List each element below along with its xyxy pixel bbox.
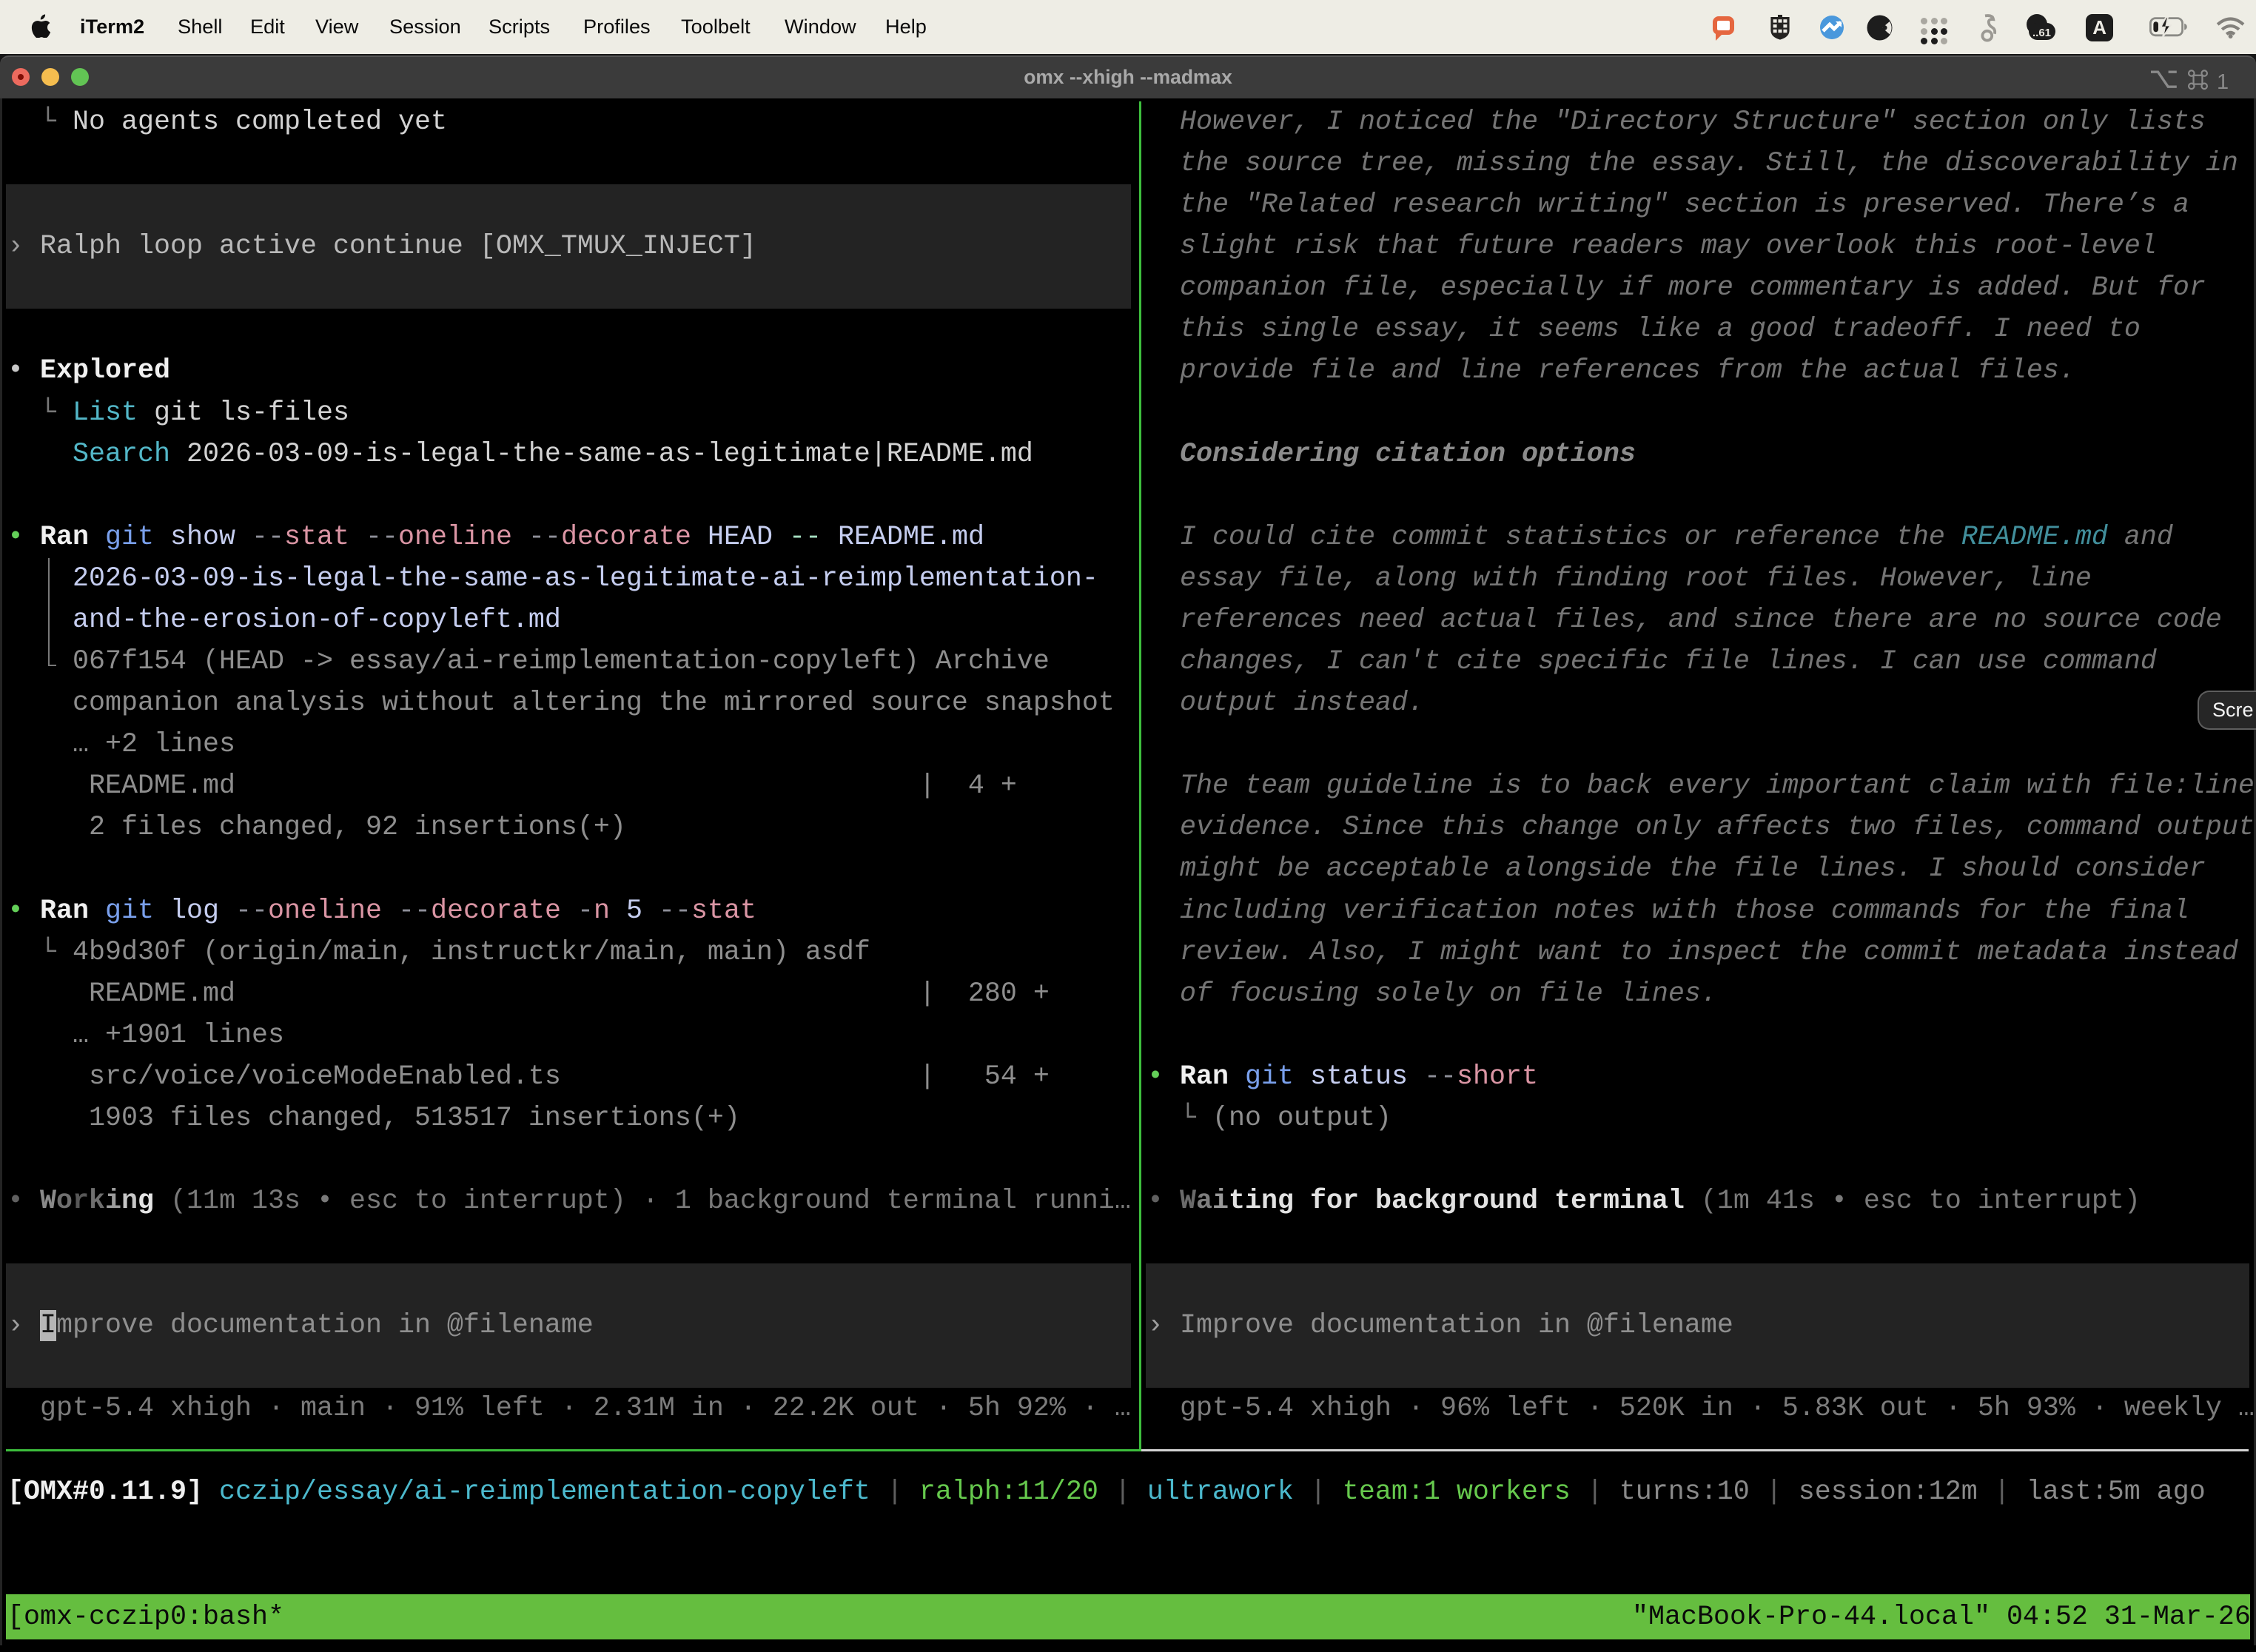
svg-text:1: 1 [2217, 70, 2229, 90]
svg-text:..61: ..61 [2032, 27, 2051, 39]
